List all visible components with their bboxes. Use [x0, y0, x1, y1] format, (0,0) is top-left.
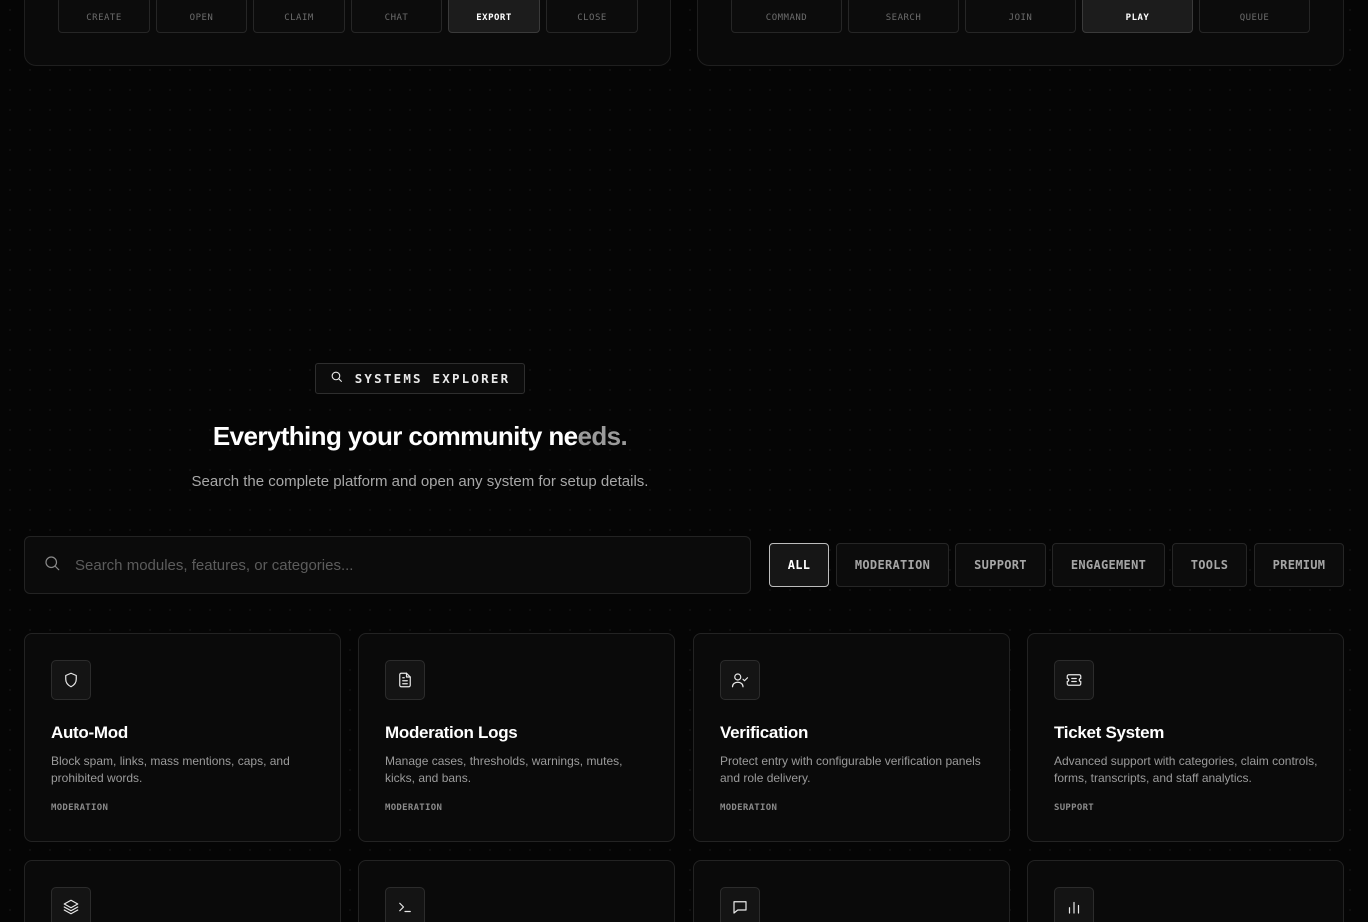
user-check-icon [720, 660, 760, 700]
card-title: Verification [720, 723, 809, 742]
command-button[interactable]: COMMAND [731, 0, 842, 33]
search-icon [330, 370, 343, 388]
search-button[interactable]: SEARCH [848, 0, 959, 33]
card-category: SUPPORT [1054, 803, 1095, 813]
music-actions-panel: COMMAND SEARCH JOIN PLAY QUEUE [697, 0, 1344, 66]
document-icon [385, 660, 425, 700]
card-category: MODERATION [720, 803, 778, 813]
search-bar [24, 536, 751, 594]
card-description: Protect entry with configurable verifica… [720, 754, 981, 785]
filter-support[interactable]: SUPPORT [955, 543, 1046, 587]
close-button[interactable]: CLOSE [546, 0, 638, 33]
filter-engagement[interactable]: ENGAGEMENT [1052, 543, 1165, 587]
card-verification[interactable]: Verification Protect entry with configur… [693, 633, 1010, 842]
message-icon [720, 887, 760, 922]
join-button[interactable]: JOIN [965, 0, 1076, 33]
card-partial[interactable] [693, 860, 1010, 922]
card-title: Ticket System [1054, 723, 1165, 742]
card-description: Block spam, links, mass mentions, caps, … [51, 754, 290, 785]
search-icon [43, 554, 61, 577]
page-title: Everything your community needs. [212, 421, 628, 451]
filter-all[interactable]: ALL [769, 543, 829, 587]
filter-moderation[interactable]: MODERATION [836, 543, 949, 587]
play-button[interactable]: PLAY [1082, 0, 1193, 33]
card-partial[interactable] [1027, 860, 1344, 922]
card-description: Manage cases, thresholds, warnings, mute… [385, 754, 623, 785]
card-partial[interactable] [24, 860, 341, 922]
chat-button[interactable]: CHAT [351, 0, 442, 33]
card-category: MODERATION [385, 803, 443, 813]
layers-icon [51, 887, 91, 922]
card-ticket-system[interactable]: Ticket System Advanced support with cate… [1027, 633, 1344, 842]
card-title: Moderation Logs [385, 723, 518, 742]
card-category: MODERATION [51, 803, 109, 813]
queue-button[interactable]: QUEUE [1199, 0, 1310, 33]
card-moderation-logs[interactable]: Moderation Logs Manage cases, thresholds… [358, 633, 675, 842]
page-subtitle: Search the complete platform and open an… [191, 473, 649, 490]
ticket-icon [1054, 660, 1094, 700]
filter-premium[interactable]: PREMIUM [1254, 543, 1344, 587]
filter-tools[interactable]: TOOLS [1172, 543, 1247, 587]
create-button[interactable]: CREATE [58, 0, 150, 33]
shield-icon [51, 660, 91, 700]
card-auto-mod[interactable]: Auto-Mod Block spam, links, mass mention… [24, 633, 341, 842]
open-button[interactable]: OPEN [156, 0, 247, 33]
ticket-actions-panel: CREATE OPEN CLAIM CHAT EXPORT CLOSE [24, 0, 671, 66]
card-description: Advanced support with categories, claim … [1054, 754, 1318, 785]
search-input[interactable] [75, 556, 750, 574]
card-title: Auto-Mod [51, 723, 128, 742]
systems-explorer-badge: SYSTEMS EXPLORER [315, 363, 525, 394]
claim-button[interactable]: CLAIM [253, 0, 345, 33]
terminal-icon [385, 887, 425, 922]
badge-label: SYSTEMS EXPLORER [354, 371, 511, 386]
export-button[interactable]: EXPORT [448, 0, 540, 33]
bar-chart-icon [1054, 887, 1094, 922]
card-partial[interactable] [358, 860, 675, 922]
